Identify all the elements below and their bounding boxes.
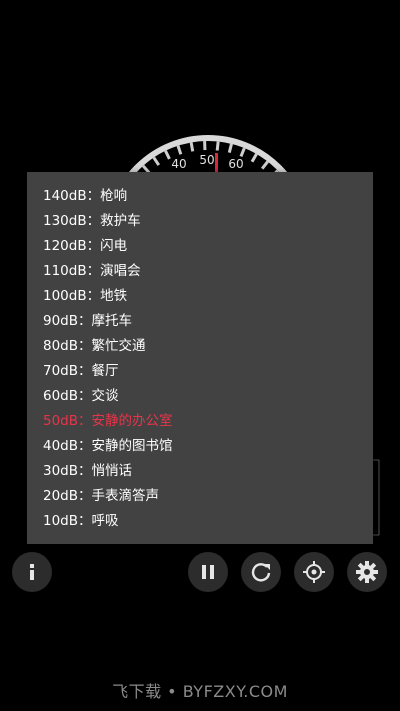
gauge-tick (152, 156, 161, 166)
crosshair-icon (303, 561, 325, 583)
level-item-40db[interactable]: 40dB：安静的图书馆 (27, 434, 373, 459)
gauge-tick (189, 142, 195, 152)
gauge-tick (250, 153, 258, 163)
level-item-60db[interactable]: 60dB：交谈 (27, 384, 373, 409)
gear-icon (356, 561, 378, 583)
pause-icon (202, 565, 214, 579)
level-item-80db[interactable]: 80dB：繁忙交通 (27, 334, 373, 359)
level-item-110db[interactable]: 110dB：演唱会 (27, 259, 373, 284)
level-item-130db[interactable]: 130dB：救护车 (27, 209, 373, 234)
reset-button[interactable] (241, 552, 281, 592)
level-item-30db[interactable]: 30dB：悄悄话 (27, 459, 373, 484)
level-item-100db[interactable]: 100dB：地铁 (27, 284, 373, 309)
gauge-tick (239, 147, 246, 157)
info-icon (30, 564, 34, 580)
level-item-10db[interactable]: 10dB：呼吸 (27, 509, 373, 534)
level-item-140db[interactable]: 140dB：枪响 (27, 184, 373, 209)
gauge-tick (215, 141, 220, 151)
gauge-tick-label: 60 (228, 157, 243, 171)
gauge-tick-label: 40 (171, 157, 186, 171)
level-item-70db[interactable]: 70dB：餐厅 (27, 359, 373, 384)
settings-button[interactable] (347, 552, 387, 592)
gauge-tick-label: 50 (199, 153, 214, 167)
gauge-tick (176, 145, 183, 155)
info-button[interactable] (12, 552, 52, 592)
level-item-120db[interactable]: 120dB：闪电 (27, 234, 373, 259)
gauge-tick (164, 150, 171, 160)
pause-button[interactable] (188, 552, 228, 592)
decibel-reference-popup: 140dB：枪响 130dB：救护车 120dB：闪电 110dB：演唱会 10… (27, 172, 373, 544)
calibrate-button[interactable] (294, 552, 334, 592)
reset-icon (251, 563, 271, 582)
gauge-tick (227, 143, 233, 153)
level-item-50db-current[interactable]: 50dB：安静的办公室 (27, 409, 373, 434)
level-item-20db[interactable]: 20dB：手表滴答声 (27, 484, 373, 509)
watermark: 飞下载 • BYFZXY.COM (112, 682, 288, 701)
gauge-tick (260, 160, 269, 170)
history-chart-frame (373, 459, 380, 536)
gauge-needle (215, 153, 218, 173)
level-item-90db[interactable]: 90dB：摩托车 (27, 309, 373, 334)
